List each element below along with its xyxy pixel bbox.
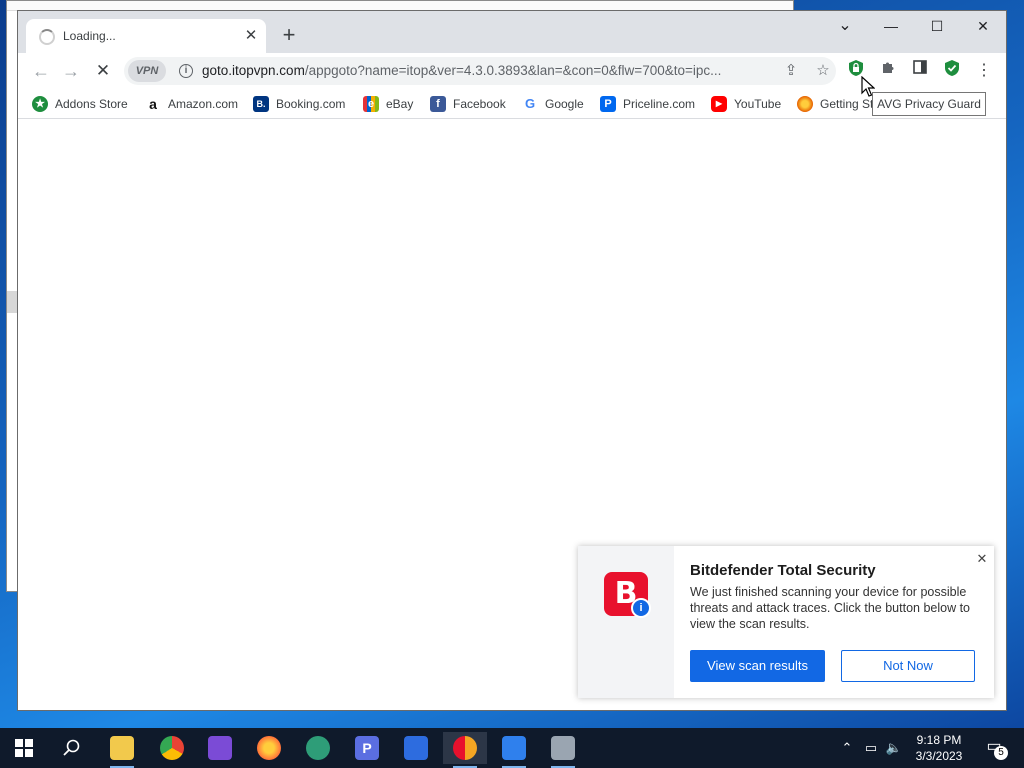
- clock-date: 3/3/2023: [915, 749, 963, 763]
- taskbar-document-app[interactable]: [492, 732, 536, 768]
- bookmark-youtube[interactable]: ▶ YouTube: [711, 95, 781, 113]
- document-app-icon: [502, 736, 526, 760]
- bookmark-amazon[interactable]: a Amazon.com: [145, 95, 238, 113]
- shield-app-icon: [404, 736, 428, 760]
- visual-studio-icon: [208, 736, 232, 760]
- tray-chevron-icon[interactable]: ⌃: [838, 738, 856, 758]
- volume-icon[interactable]: 🔈: [885, 738, 903, 758]
- minimize-button[interactable]: —: [868, 11, 914, 41]
- taskbar-shield-app[interactable]: [394, 732, 438, 764]
- file-explorer-icon: [110, 736, 134, 760]
- browser-window: Loading... ✕ + ⌄ — ☐ ✕ ← → ✕ VPN i goto.…: [17, 10, 1007, 711]
- bookmark-label: Facebook: [453, 96, 506, 111]
- popup-logo-panel: B i: [578, 546, 674, 698]
- firefox-icon: [257, 736, 281, 760]
- youtube-icon: ▶: [711, 95, 727, 112]
- bookmark-label: eBay: [386, 96, 414, 111]
- forward-button[interactable]: →: [58, 58, 84, 84]
- view-scan-results-button[interactable]: View scan results: [690, 650, 825, 682]
- tab-close-icon[interactable]: ✕: [241, 26, 261, 46]
- toolbar: ← → ✕ VPN i goto.itopvpn.com/appgoto?nam…: [18, 53, 1006, 89]
- share-icon[interactable]: ⇪: [780, 61, 802, 81]
- search-icon: [63, 739, 80, 756]
- taskbar-visual-studio[interactable]: [198, 732, 242, 764]
- ebay-icon: e: [363, 95, 379, 112]
- tab-loading[interactable]: Loading... ✕: [26, 19, 266, 53]
- taskbar-file-explorer[interactable]: [100, 732, 144, 768]
- search-button[interactable]: [50, 732, 94, 764]
- notification-center-button[interactable]: ▭ 5: [980, 736, 1008, 760]
- side-panel-icon[interactable]: [908, 59, 932, 83]
- pdf-app-icon: P: [355, 736, 379, 760]
- network-icon[interactable]: ▭: [862, 738, 880, 758]
- clock[interactable]: 9:18 PM 3/3/2023: [906, 732, 972, 764]
- taskbar-vpn[interactable]: [296, 732, 340, 764]
- bookmark-label: Priceline.com: [623, 96, 696, 111]
- mouse-cursor-icon: [861, 75, 876, 101]
- taskbar-firefox[interactable]: [247, 732, 291, 764]
- facebook-icon: f: [430, 95, 446, 112]
- bookmark-label: Booking.com: [276, 96, 346, 111]
- bookmark-label: Amazon.com: [168, 96, 239, 111]
- bitdefender-popup: B i ✕ Bitdefender Total Security We just…: [578, 546, 994, 698]
- chrome-icon: [160, 736, 184, 760]
- site-info-icon[interactable]: i: [179, 64, 193, 78]
- network-app-icon: [551, 736, 575, 760]
- bookmark-ebay[interactable]: e eBay: [363, 95, 413, 113]
- start-button[interactable]: [2, 732, 46, 764]
- addons-store-icon: ★: [32, 95, 48, 112]
- title-bar: Loading... ✕ + ⌄ — ☐ ✕: [18, 11, 1006, 53]
- priceline-icon: P: [600, 95, 616, 112]
- tab-search-button[interactable]: ⌄: [822, 11, 868, 41]
- bookmark-addons-store[interactable]: ★ Addons Store: [32, 95, 128, 113]
- booking-icon: B.: [253, 95, 269, 112]
- firefox-icon: ●: [797, 95, 813, 112]
- bookmark-priceline[interactable]: P Priceline.com: [600, 95, 695, 113]
- url-text[interactable]: goto.itopvpn.com/appgoto?name=itop&ver=4…: [202, 63, 767, 78]
- extensions-puzzle-icon[interactable]: [876, 59, 900, 83]
- popup-close-icon[interactable]: ✕: [974, 551, 990, 567]
- new-tab-button[interactable]: +: [277, 24, 301, 48]
- vpn-icon: [306, 736, 330, 760]
- bookmark-google[interactable]: G Google: [522, 95, 584, 113]
- taskbar-avg-browser[interactable]: [443, 732, 487, 768]
- not-now-button[interactable]: Not Now: [841, 650, 975, 682]
- tab-title: Loading...: [63, 29, 116, 43]
- taskbar-network-app[interactable]: [541, 732, 585, 768]
- info-badge-icon: i: [631, 598, 651, 618]
- vpn-badge[interactable]: VPN: [128, 60, 166, 82]
- url-path: /appgoto?name=itop&ver=4.3.0.3893&lan=&c…: [304, 63, 722, 78]
- tooltip: AVG Privacy Guard: [872, 92, 986, 116]
- bookmark-star-icon[interactable]: ☆: [812, 61, 834, 81]
- url-host: goto.itopvpn.com: [202, 63, 305, 78]
- windows-icon: [15, 739, 33, 757]
- amazon-icon: a: [149, 95, 157, 112]
- loading-spinner-icon: [39, 29, 55, 45]
- bookmark-label: Google: [545, 96, 584, 111]
- stop-loading-button[interactable]: ✕: [90, 58, 116, 84]
- close-window-button[interactable]: ✕: [960, 11, 1006, 41]
- bookmark-facebook[interactable]: f Facebook: [430, 95, 506, 113]
- maximize-button[interactable]: ☐: [914, 11, 960, 41]
- popup-message: We just finished scanning your device fo…: [690, 585, 971, 631]
- clock-time: 9:18 PM: [916, 733, 962, 747]
- taskbar-pdf-app[interactable]: P: [345, 732, 389, 764]
- more-menu-icon[interactable]: ⋮: [972, 59, 996, 83]
- notification-count: 5: [994, 746, 1008, 760]
- address-bar[interactable]: VPN i goto.itopvpn.com/appgoto?name=itop…: [124, 57, 836, 85]
- taskbar: P ⌃ ▭ 🔈 9:18 PM 3/3/2023 ▭ 5: [0, 728, 1024, 768]
- bookmark-label: YouTube: [734, 96, 782, 111]
- bookmark-booking[interactable]: B. Booking.com: [253, 95, 345, 113]
- back-button[interactable]: ←: [28, 58, 54, 84]
- avg-browser-icon: [453, 736, 477, 760]
- popup-title: Bitdefender Total Security: [690, 562, 876, 579]
- security-shield-icon[interactable]: [940, 59, 964, 83]
- bookmark-label: Addons Store: [55, 96, 128, 111]
- bookmarks-bar: ★ Addons Store a Amazon.com B. Booking.com …: [18, 89, 1006, 119]
- google-icon: G: [524, 95, 536, 111]
- taskbar-chrome[interactable]: [150, 732, 194, 764]
- background-window-scroll: [7, 291, 17, 313]
